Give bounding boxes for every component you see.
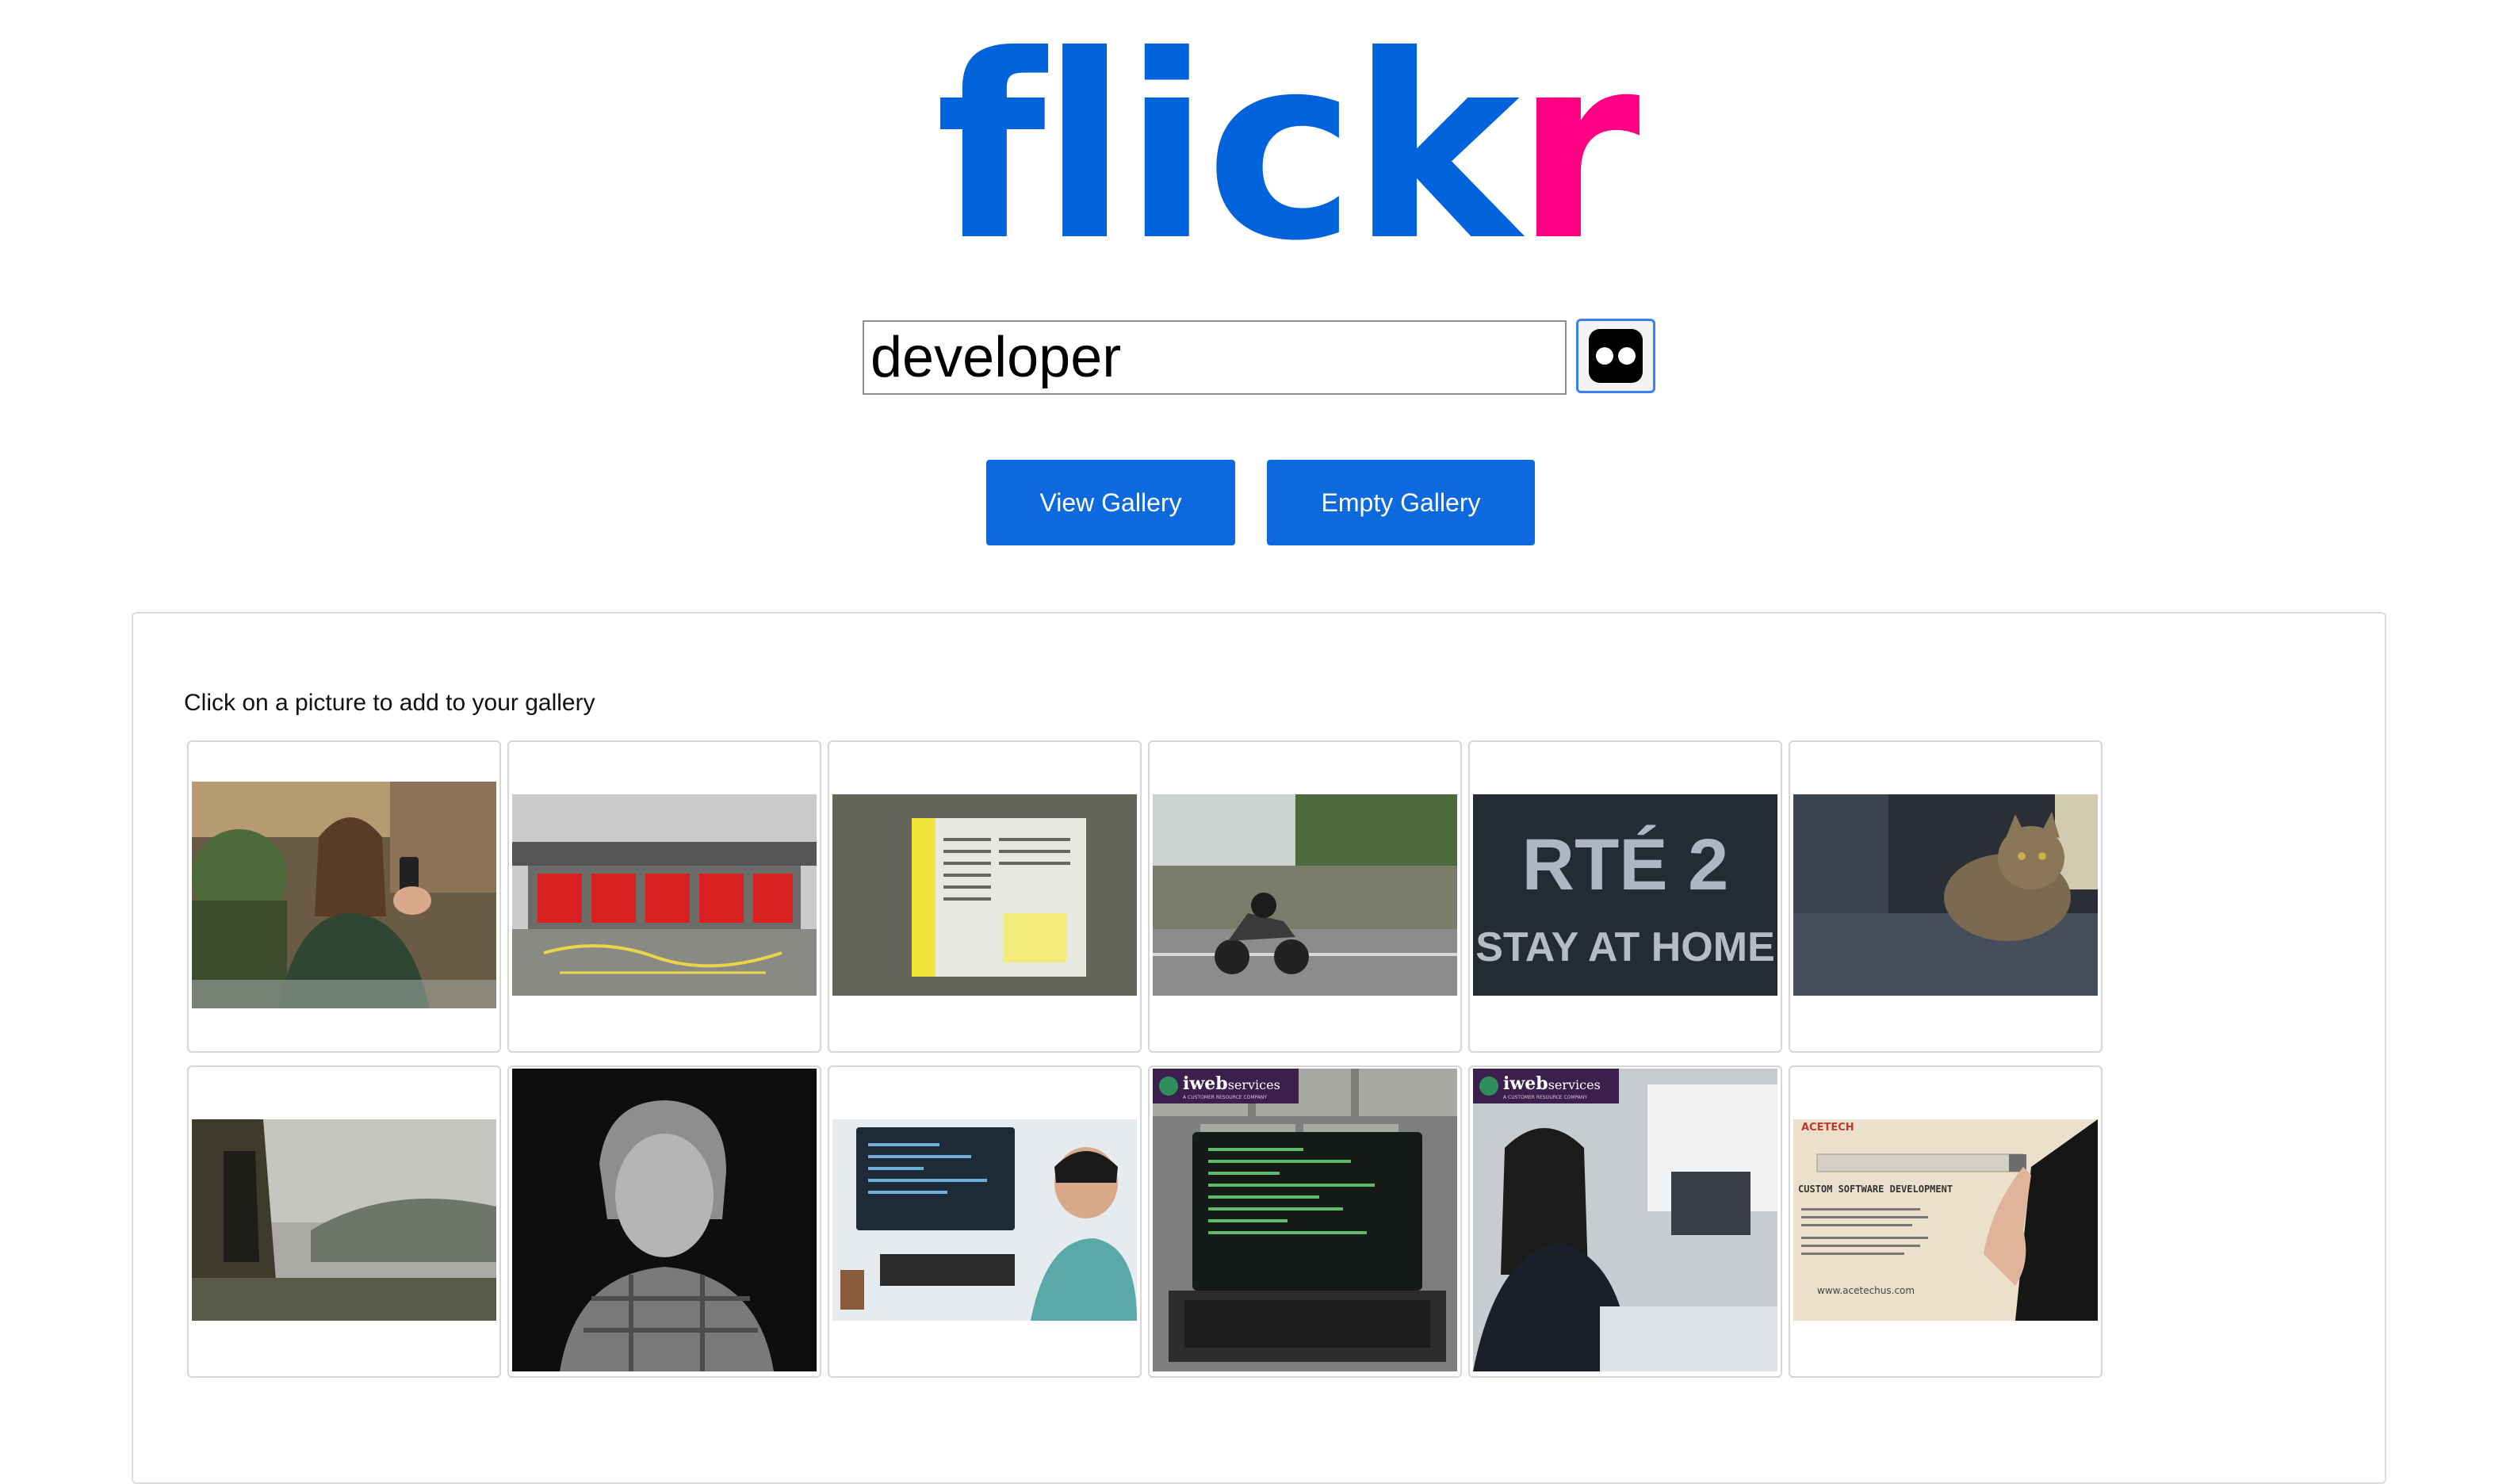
flickr-logo: flickr [936,22,1640,276]
developer-at-computer-photo [832,1119,1137,1321]
cat-on-sofa-photo [1793,794,2098,996]
photo-card-developer[interactable] [828,1065,1142,1378]
photo-card-acetech[interactable]: ACETECH CUSTOM SOFTWARE DEVELOPMENT www.… [1789,1065,2103,1378]
acetech-brand: ACETECH [1801,1122,1854,1134]
acetech-heading: CUSTOM SOFTWARE DEVELOPMENT [1798,1184,1953,1195]
logo-text-blue: flick [936,2,1520,296]
iweb-laptop-code-photo: iwebservices A CUSTOMER RESOURCE COMPANY [1153,1069,1457,1371]
iweb-office-brand: iweb [1503,1073,1548,1094]
rte2-stay-at-home-photo: RTÉ 2 STAY AT HOME [1473,794,1777,996]
empty-gallery-button[interactable]: Empty Gallery [1267,460,1535,545]
photo-card-misty-ruin[interactable] [187,1065,501,1378]
search-button[interactable] [1576,319,1655,393]
rte2-subtitle: STAY AT HOME [1475,924,1775,970]
photo-card-motorcycle[interactable] [1148,740,1462,1053]
notice-on-fence-photo [832,794,1137,996]
iweb-tagline: A CUSTOMER RESOURCE COMPANY [1183,1095,1267,1100]
photo-card-notice[interactable] [828,740,1142,1053]
search-input[interactable] [863,320,1567,395]
iweb-office-brand-suffix: services [1548,1077,1601,1092]
woman-portrait-bw-photo [512,1069,817,1371]
photo-card-iweb-laptop[interactable]: iwebservices A CUSTOMER RESOURCE COMPANY [1148,1065,1462,1378]
photo-card-cat[interactable] [1789,740,2103,1053]
photo-card-rte2[interactable]: RTÉ 2 STAY AT HOME [1468,740,1782,1053]
photo-card-fire-station[interactable] [507,740,821,1053]
view-gallery-button[interactable]: View Gallery [986,460,1235,545]
iweb-brand-suffix: services [1228,1077,1280,1092]
iweb-office-tagline: A CUSTOMER RESOURCE COMPANY [1503,1095,1587,1100]
photo-card-iweb-office[interactable]: iwebservices A CUSTOMER RESOURCE COMPANY [1468,1065,1782,1378]
iweb-brand: iweb [1183,1073,1228,1094]
acetech-url: www.acetechus.com [1817,1285,1915,1296]
rte2-title: RTÉ 2 [1522,824,1729,905]
fire-station-doors-photo [512,794,817,996]
logo-text-pink: r [1515,2,1640,296]
misty-ruin-photo [192,1119,496,1321]
flickr-icon [1589,329,1643,383]
gallery-instruction: Click on a picture to add to your galler… [184,690,595,716]
motorcycle-on-road-photo [1153,794,1457,996]
woman-with-phone-photo [192,782,496,1008]
photo-card-portrait[interactable] [507,1065,821,1378]
acetech-software-photo: ACETECH CUSTOM SOFTWARE DEVELOPMENT www.… [1793,1119,2098,1321]
iweb-office-photo: iwebservices A CUSTOMER RESOURCE COMPANY [1473,1069,1777,1371]
photo-card-woman-with-phone[interactable] [187,740,501,1053]
